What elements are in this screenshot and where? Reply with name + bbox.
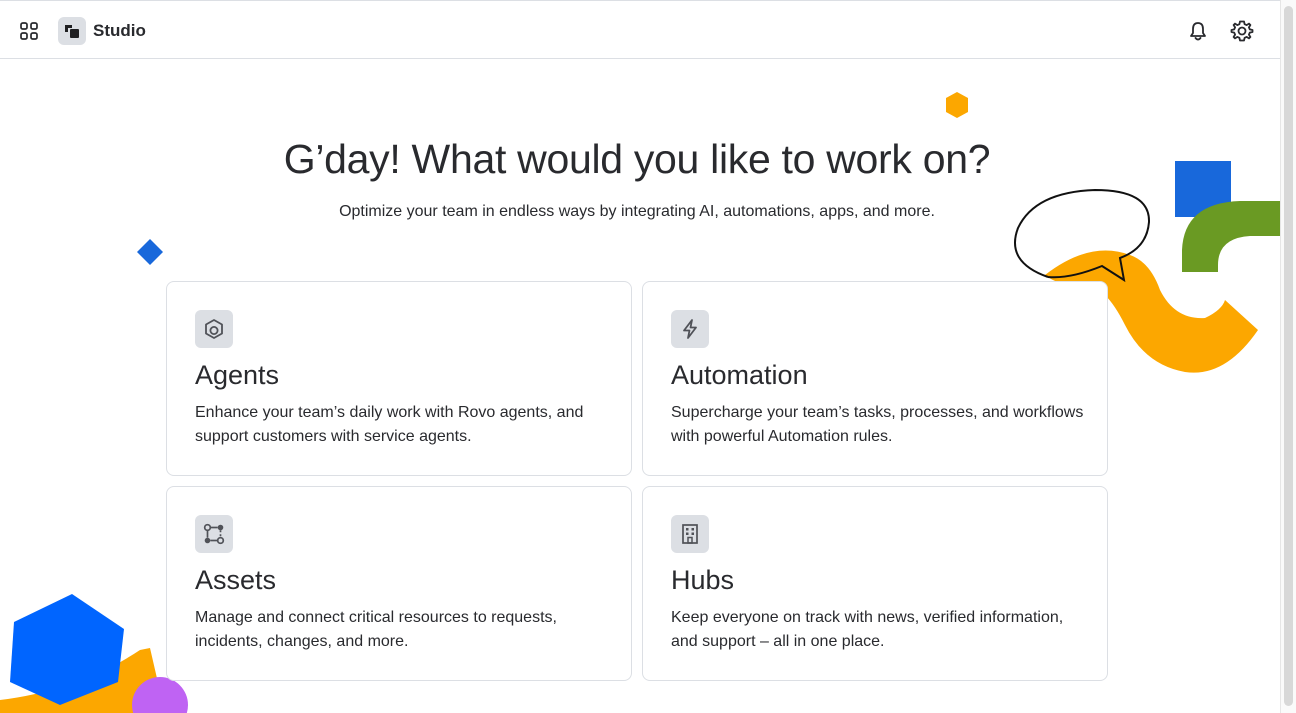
app-switcher-button[interactable]	[14, 16, 44, 46]
automation-card-description: Supercharge your team’s tasks, processes…	[671, 404, 1084, 445]
assets-card[interactable]: Assets Manage and connect critical resou…	[166, 486, 632, 681]
hubs-card-description: Keep everyone on track with news, verifi…	[671, 609, 1064, 650]
automation-card-title: Automation	[671, 360, 808, 390]
purple-circle-decoration	[132, 677, 188, 713]
automation-card[interactable]: Automation Supercharge your team’s tasks…	[642, 281, 1108, 476]
assets-card-description: Manage and connect critical resources to…	[195, 609, 557, 650]
agent-icon	[195, 310, 233, 348]
orange-hexagon-decoration	[946, 92, 968, 118]
vertical-scrollbar[interactable]	[1280, 0, 1296, 713]
hubs-card-title: Hubs	[671, 565, 735, 595]
lightning-icon	[671, 310, 709, 348]
scrollbar-thumb[interactable]	[1284, 6, 1293, 706]
building-icon	[671, 515, 709, 553]
bell-icon	[1190, 22, 1206, 41]
agents-card-description: Enhance your team’s daily work with Rovo…	[195, 404, 584, 445]
assets-card-title: Assets	[195, 565, 277, 595]
agents-card[interactable]: Agents Enhance your team’s daily work wi…	[166, 281, 632, 476]
blue-diamond-decoration	[137, 239, 163, 265]
agents-card-title: Agents	[195, 360, 280, 390]
top-navigation-bar: Studio	[0, 0, 1280, 59]
page-subtitle: Optimize your team in endless ways by in…	[339, 203, 935, 220]
assets-icon	[195, 515, 233, 553]
gear-icon	[1230, 20, 1254, 42]
notifications-button[interactable]	[1182, 15, 1214, 47]
settings-button[interactable]	[1226, 15, 1258, 47]
blue-hexagon-decoration	[10, 594, 124, 705]
studio-logo[interactable]	[58, 17, 86, 45]
app-switcher-icon	[20, 22, 38, 40]
app-name: Studio	[93, 21, 146, 40]
studio-logo-icon	[65, 25, 79, 38]
orange-wedge-decoration	[0, 648, 165, 713]
page-title: G’day! What would you like to work on?	[283, 136, 991, 182]
hubs-card[interactable]: Hubs Keep everyone on track with news, v…	[642, 486, 1108, 681]
